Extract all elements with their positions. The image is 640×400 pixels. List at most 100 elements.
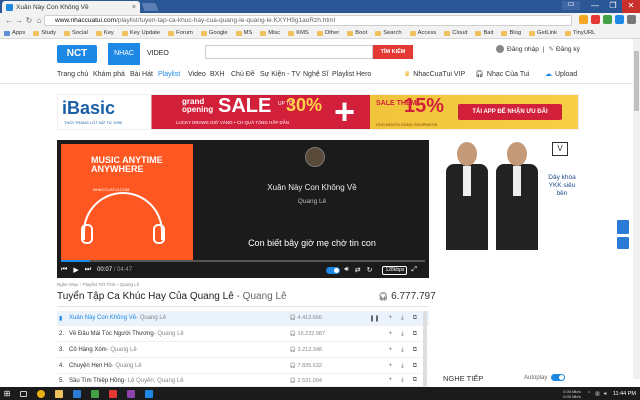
extension-icon[interactable]	[615, 15, 624, 24]
menu-item-events[interactable]: Sự Kiện - TV	[260, 71, 300, 78]
next-icon[interactable]: ⏭	[85, 266, 91, 274]
side-action-button[interactable]	[617, 237, 629, 249]
bookmark-item[interactable]: Blog	[501, 30, 521, 36]
menu-item-video[interactable]: Video	[188, 71, 206, 78]
lyrics-toggle[interactable]	[326, 266, 341, 274]
download-app-button[interactable]: TẢI APP ĐỂ NHẬN ƯU ĐÃI	[458, 104, 562, 120]
page-scrollbar[interactable]	[633, 39, 640, 379]
search-input[interactable]	[205, 45, 373, 59]
share-icon[interactable]: ⧉	[413, 315, 417, 322]
add-icon[interactable]: +	[389, 347, 393, 354]
menu-item-explore[interactable]: Khám phá	[93, 71, 125, 78]
track-row[interactable]: 2. Về Đâu Mái Tóc Người Thương - Quang L…	[57, 327, 429, 342]
shuffle-icon[interactable]: ⇄	[355, 266, 361, 274]
browser-tab[interactable]: Xuân Này Con Không Về ×	[2, 1, 140, 13]
minimize-button[interactable]: —	[586, 0, 604, 13]
share-icon[interactable]: ⧉	[413, 347, 417, 354]
bookmark-item[interactable]: Other	[316, 30, 339, 36]
bookmark-item[interactable]: Boot	[347, 30, 367, 36]
promo-banner[interactable]: iBasic THỜI TRANG LÓT NỮ TỪ 1990 grand op…	[57, 91, 579, 132]
menu-item-vip[interactable]: ♛ NhacCuaTui VIP	[404, 70, 465, 79]
clock[interactable]: 11:44 PM	[613, 391, 636, 397]
profile-chip[interactable]: C3	[562, 1, 580, 10]
menu-item-my-music[interactable]: 🎧︎ Nhạc Của Tui	[475, 70, 529, 79]
bookmark-item[interactable]: Study	[33, 30, 56, 36]
download-icon[interactable]: ⤓	[401, 347, 404, 354]
bookmark-item[interactable]: Apps	[4, 30, 25, 36]
bookmark-item[interactable]: Social	[64, 30, 88, 36]
star-icon[interactable]	[579, 15, 588, 24]
search-button[interactable]: TÌM KIẾM	[373, 45, 413, 59]
bookmark-item[interactable]: Key	[95, 30, 114, 36]
app-icon[interactable]	[140, 387, 158, 400]
repeat-icon[interactable]: ↻	[367, 266, 373, 274]
autoplay-toggle[interactable]	[551, 374, 566, 381]
windows-start-icon[interactable]: ⊞	[0, 387, 14, 400]
side-action-button[interactable]	[617, 220, 629, 234]
play-icon[interactable]: ▶	[73, 266, 78, 274]
app-icon[interactable]	[86, 387, 104, 400]
bookmark-item[interactable]: MS	[235, 30, 252, 36]
back-arrow-icon[interactable]: ←	[4, 16, 14, 25]
side-advertisement[interactable]: V Dây khóa YKK siêu bền	[440, 140, 580, 250]
bookmark-item[interactable]: Access	[409, 30, 436, 36]
menu-item-artists[interactable]: Nghệ Sĩ	[303, 71, 328, 78]
share-icon[interactable]: ⧉	[413, 363, 417, 370]
maximize-button[interactable]: ❐	[604, 0, 622, 13]
track-row[interactable]: ▮ Xuân Này Con Không Về - Quang Lê 🎧︎ 4.…	[57, 311, 429, 326]
tracklist-scrollbar[interactable]	[423, 311, 427, 386]
bookmark-item[interactable]: Forum	[168, 30, 193, 36]
tray-up-arrow-icon[interactable]: ⌃	[587, 391, 591, 397]
menu-item-upload[interactable]: ☁ Upload	[545, 70, 577, 79]
download-icon[interactable]: ⤓	[401, 331, 404, 338]
now-playing-artist[interactable]: Quang Lê	[195, 198, 429, 205]
quality-button[interactable]: 128kbps	[382, 265, 408, 275]
nav-music-tab[interactable]: NHẠC	[108, 43, 140, 65]
add-icon[interactable]: +	[389, 331, 393, 338]
bookmark-item[interactable]: TinyURL	[565, 30, 595, 36]
bookmark-item[interactable]: KMS	[288, 30, 309, 36]
bookmark-item[interactable]: Bait	[475, 30, 493, 36]
task-view-icon[interactable]	[14, 387, 32, 400]
share-icon[interactable]: ⧉	[413, 377, 417, 384]
menu-item-home[interactable]: Trang chủ	[57, 71, 88, 78]
previous-icon[interactable]: ⏮	[61, 266, 67, 274]
download-icon[interactable]: ⤓	[401, 363, 404, 370]
url-input[interactable]: www.nhaccuatui.com/playlist/tuyen-tap-ca…	[44, 15, 572, 26]
track-row[interactable]: 3. Cô Hàng Xóm - Quang Lê 🎧︎ 3.212.348 +…	[57, 343, 429, 358]
bookmark-item[interactable]: Misc	[260, 30, 280, 36]
menu-item-playlist-hero[interactable]: Playlist Hero	[332, 71, 371, 78]
volume-icon[interactable]: 🔊︎	[604, 391, 607, 397]
track-row[interactable]: 5. Sầu Tím Thiệp Hồng - Lệ Quyên, Quang …	[57, 375, 429, 387]
nct-logo[interactable]: NCT	[57, 45, 97, 63]
track-row[interactable]: 4. Chuyện Hẹn Hò - Quang Lê 🎧︎ 7.835.632…	[57, 359, 429, 374]
home-icon[interactable]: ⌂	[34, 16, 44, 25]
breadcrumb[interactable]: Nghe nhạc › Playlist Trữ Tình › Quang Lê	[57, 282, 139, 287]
menu-item-chart[interactable]: BXH	[210, 71, 224, 78]
bookmark-item[interactable]: Key Update	[121, 30, 160, 36]
chrome-icon[interactable]	[32, 387, 50, 400]
pause-icon[interactable]: ❚❚	[369, 315, 379, 322]
menu-item-playlist[interactable]: Playlist	[158, 71, 180, 78]
share-icon[interactable]: ⧉	[413, 331, 417, 338]
app-icon[interactable]	[104, 387, 122, 400]
volume-icon[interactable]: 🔊︎	[344, 266, 348, 274]
extension-icon[interactable]	[591, 15, 600, 24]
app-icon[interactable]	[122, 387, 140, 400]
add-icon[interactable]: +	[389, 377, 393, 384]
fullscreen-icon[interactable]: ⤢	[411, 266, 417, 274]
nav-video-tab[interactable]: VIDEO	[147, 43, 169, 65]
download-icon[interactable]: ⤓	[401, 315, 404, 322]
login-link[interactable]: Đăng nhập	[507, 46, 539, 53]
forward-arrow-icon[interactable]: →	[14, 16, 24, 25]
register-link[interactable]: Đăng ký	[556, 46, 580, 53]
bookmark-item[interactable]: GetLink	[529, 30, 557, 36]
extension-icon[interactable]	[603, 15, 612, 24]
add-icon[interactable]: +	[389, 315, 393, 322]
menu-item-topics[interactable]: Chủ Đề	[231, 71, 255, 78]
bookmark-item[interactable]: Search	[375, 30, 402, 36]
progress-bar[interactable]	[61, 260, 425, 262]
scrollbar-thumb[interactable]	[634, 51, 639, 111]
new-tab-button[interactable]	[141, 3, 159, 11]
network-icon[interactable]: ▥	[595, 391, 600, 397]
